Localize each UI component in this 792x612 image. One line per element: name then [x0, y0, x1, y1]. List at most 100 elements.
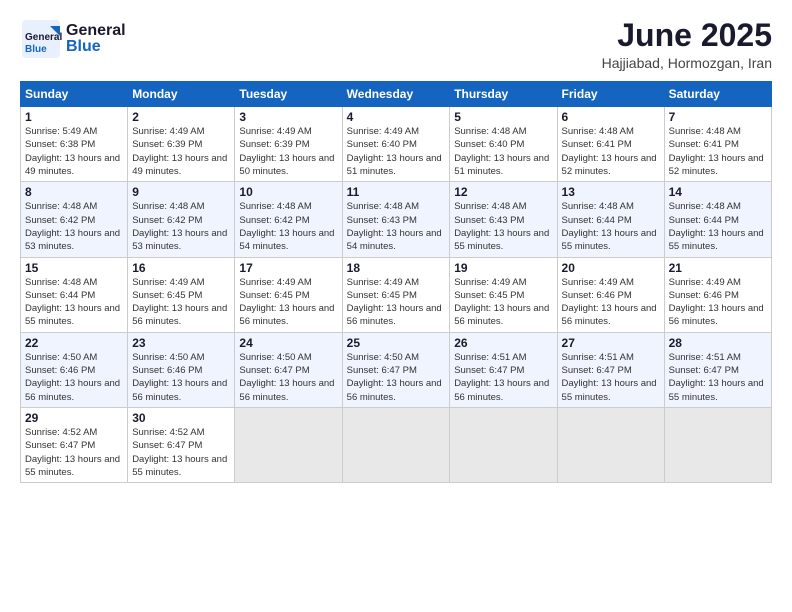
logo: General Blue GeneralBlue [20, 18, 126, 60]
day-number: 17 [239, 261, 337, 275]
day-number: 30 [132, 411, 230, 425]
day-number: 8 [25, 185, 123, 199]
day-number: 22 [25, 336, 123, 350]
day-info: Sunrise: 4:48 AMSunset: 6:42 PMDaylight:… [132, 200, 230, 253]
table-cell: 12Sunrise: 4:48 AMSunset: 6:43 PMDayligh… [450, 182, 557, 257]
table-cell: 8Sunrise: 4:48 AMSunset: 6:42 PMDaylight… [21, 182, 128, 257]
table-cell: 16Sunrise: 4:49 AMSunset: 6:45 PMDayligh… [128, 257, 235, 332]
table-cell: 26Sunrise: 4:51 AMSunset: 6:47 PMDayligh… [450, 332, 557, 407]
day-info: Sunrise: 4:51 AMSunset: 6:47 PMDaylight:… [669, 351, 767, 404]
day-number: 12 [454, 185, 552, 199]
svg-text:General: General [25, 32, 62, 43]
day-info: Sunrise: 4:48 AMSunset: 6:40 PMDaylight:… [454, 125, 552, 178]
day-info: Sunrise: 4:49 AMSunset: 6:39 PMDaylight:… [239, 125, 337, 178]
calendar-week-row: 22Sunrise: 4:50 AMSunset: 6:46 PMDayligh… [21, 332, 772, 407]
day-info: Sunrise: 4:49 AMSunset: 6:45 PMDaylight:… [239, 276, 337, 329]
day-info: Sunrise: 4:50 AMSunset: 6:46 PMDaylight:… [25, 351, 123, 404]
location: Hajjiabad, Hormozgan, Iran [602, 55, 772, 71]
table-cell: 19Sunrise: 4:49 AMSunset: 6:45 PMDayligh… [450, 257, 557, 332]
day-number: 14 [669, 185, 767, 199]
day-info: Sunrise: 4:49 AMSunset: 6:39 PMDaylight:… [132, 125, 230, 178]
day-number: 21 [669, 261, 767, 275]
day-number: 24 [239, 336, 337, 350]
col-sunday: Sunday [21, 82, 128, 107]
table-cell [235, 407, 342, 482]
calendar-week-row: 8Sunrise: 4:48 AMSunset: 6:42 PMDaylight… [21, 182, 772, 257]
day-info: Sunrise: 4:50 AMSunset: 6:47 PMDaylight:… [347, 351, 446, 404]
header: General Blue GeneralBlue June 2025 Hajji… [20, 18, 772, 71]
table-cell: 21Sunrise: 4:49 AMSunset: 6:46 PMDayligh… [664, 257, 771, 332]
day-info: Sunrise: 4:50 AMSunset: 6:47 PMDaylight:… [239, 351, 337, 404]
table-cell: 5Sunrise: 4:48 AMSunset: 6:40 PMDaylight… [450, 107, 557, 182]
day-number: 28 [669, 336, 767, 350]
logo-icon: General Blue [20, 18, 62, 60]
svg-text:Blue: Blue [25, 44, 47, 55]
day-number: 19 [454, 261, 552, 275]
table-cell: 28Sunrise: 4:51 AMSunset: 6:47 PMDayligh… [664, 332, 771, 407]
day-info: Sunrise: 4:48 AMSunset: 6:41 PMDaylight:… [669, 125, 767, 178]
day-info: Sunrise: 4:49 AMSunset: 6:46 PMDaylight:… [669, 276, 767, 329]
day-number: 4 [347, 110, 446, 124]
day-number: 27 [562, 336, 660, 350]
day-info: Sunrise: 4:48 AMSunset: 6:43 PMDaylight:… [454, 200, 552, 253]
day-info: Sunrise: 4:52 AMSunset: 6:47 PMDaylight:… [25, 426, 123, 479]
day-info: Sunrise: 4:48 AMSunset: 6:42 PMDaylight:… [239, 200, 337, 253]
table-cell: 13Sunrise: 4:48 AMSunset: 6:44 PMDayligh… [557, 182, 664, 257]
col-wednesday: Wednesday [342, 82, 450, 107]
table-cell: 4Sunrise: 4:49 AMSunset: 6:40 PMDaylight… [342, 107, 450, 182]
calendar-week-row: 29Sunrise: 4:52 AMSunset: 6:47 PMDayligh… [21, 407, 772, 482]
day-info: Sunrise: 4:48 AMSunset: 6:44 PMDaylight:… [562, 200, 660, 253]
table-cell: 3Sunrise: 4:49 AMSunset: 6:39 PMDaylight… [235, 107, 342, 182]
table-cell [342, 407, 450, 482]
table-cell [557, 407, 664, 482]
day-info: Sunrise: 4:49 AMSunset: 6:45 PMDaylight:… [132, 276, 230, 329]
day-number: 29 [25, 411, 123, 425]
day-number: 20 [562, 261, 660, 275]
day-number: 3 [239, 110, 337, 124]
day-number: 1 [25, 110, 123, 124]
day-number: 7 [669, 110, 767, 124]
day-info: Sunrise: 4:49 AMSunset: 6:45 PMDaylight:… [347, 276, 446, 329]
day-number: 11 [347, 185, 446, 199]
day-info: Sunrise: 4:48 AMSunset: 6:44 PMDaylight:… [25, 276, 123, 329]
table-cell [450, 407, 557, 482]
table-cell: 7Sunrise: 4:48 AMSunset: 6:41 PMDaylight… [664, 107, 771, 182]
table-cell: 14Sunrise: 4:48 AMSunset: 6:44 PMDayligh… [664, 182, 771, 257]
table-cell: 22Sunrise: 4:50 AMSunset: 6:46 PMDayligh… [21, 332, 128, 407]
day-info: Sunrise: 4:52 AMSunset: 6:47 PMDaylight:… [132, 426, 230, 479]
col-friday: Friday [557, 82, 664, 107]
day-info: Sunrise: 4:51 AMSunset: 6:47 PMDaylight:… [454, 351, 552, 404]
table-cell: 27Sunrise: 4:51 AMSunset: 6:47 PMDayligh… [557, 332, 664, 407]
day-info: Sunrise: 4:50 AMSunset: 6:46 PMDaylight:… [132, 351, 230, 404]
table-cell [664, 407, 771, 482]
day-number: 13 [562, 185, 660, 199]
table-cell: 29Sunrise: 4:52 AMSunset: 6:47 PMDayligh… [21, 407, 128, 482]
calendar-table: Sunday Monday Tuesday Wednesday Thursday… [20, 81, 772, 483]
table-cell: 9Sunrise: 4:48 AMSunset: 6:42 PMDaylight… [128, 182, 235, 257]
day-number: 9 [132, 185, 230, 199]
table-cell: 10Sunrise: 4:48 AMSunset: 6:42 PMDayligh… [235, 182, 342, 257]
day-number: 15 [25, 261, 123, 275]
table-cell: 11Sunrise: 4:48 AMSunset: 6:43 PMDayligh… [342, 182, 450, 257]
table-cell: 23Sunrise: 4:50 AMSunset: 6:46 PMDayligh… [128, 332, 235, 407]
day-number: 5 [454, 110, 552, 124]
day-info: Sunrise: 4:48 AMSunset: 6:44 PMDaylight:… [669, 200, 767, 253]
table-cell: 25Sunrise: 4:50 AMSunset: 6:47 PMDayligh… [342, 332, 450, 407]
calendar-week-row: 1Sunrise: 5:49 AMSunset: 6:38 PMDaylight… [21, 107, 772, 182]
table-cell: 17Sunrise: 4:49 AMSunset: 6:45 PMDayligh… [235, 257, 342, 332]
day-info: Sunrise: 4:49 AMSunset: 6:46 PMDaylight:… [562, 276, 660, 329]
table-cell: 30Sunrise: 4:52 AMSunset: 6:47 PMDayligh… [128, 407, 235, 482]
table-cell: 20Sunrise: 4:49 AMSunset: 6:46 PMDayligh… [557, 257, 664, 332]
day-number: 2 [132, 110, 230, 124]
day-number: 26 [454, 336, 552, 350]
day-info: Sunrise: 4:48 AMSunset: 6:42 PMDaylight:… [25, 200, 123, 253]
title-area: June 2025 Hajjiabad, Hormozgan, Iran [602, 18, 772, 71]
calendar-header-row: Sunday Monday Tuesday Wednesday Thursday… [21, 82, 772, 107]
table-cell: 1Sunrise: 5:49 AMSunset: 6:38 PMDaylight… [21, 107, 128, 182]
day-number: 23 [132, 336, 230, 350]
month-title: June 2025 [602, 18, 772, 53]
col-monday: Monday [128, 82, 235, 107]
day-number: 16 [132, 261, 230, 275]
table-cell: 2Sunrise: 4:49 AMSunset: 6:39 PMDaylight… [128, 107, 235, 182]
table-cell: 15Sunrise: 4:48 AMSunset: 6:44 PMDayligh… [21, 257, 128, 332]
